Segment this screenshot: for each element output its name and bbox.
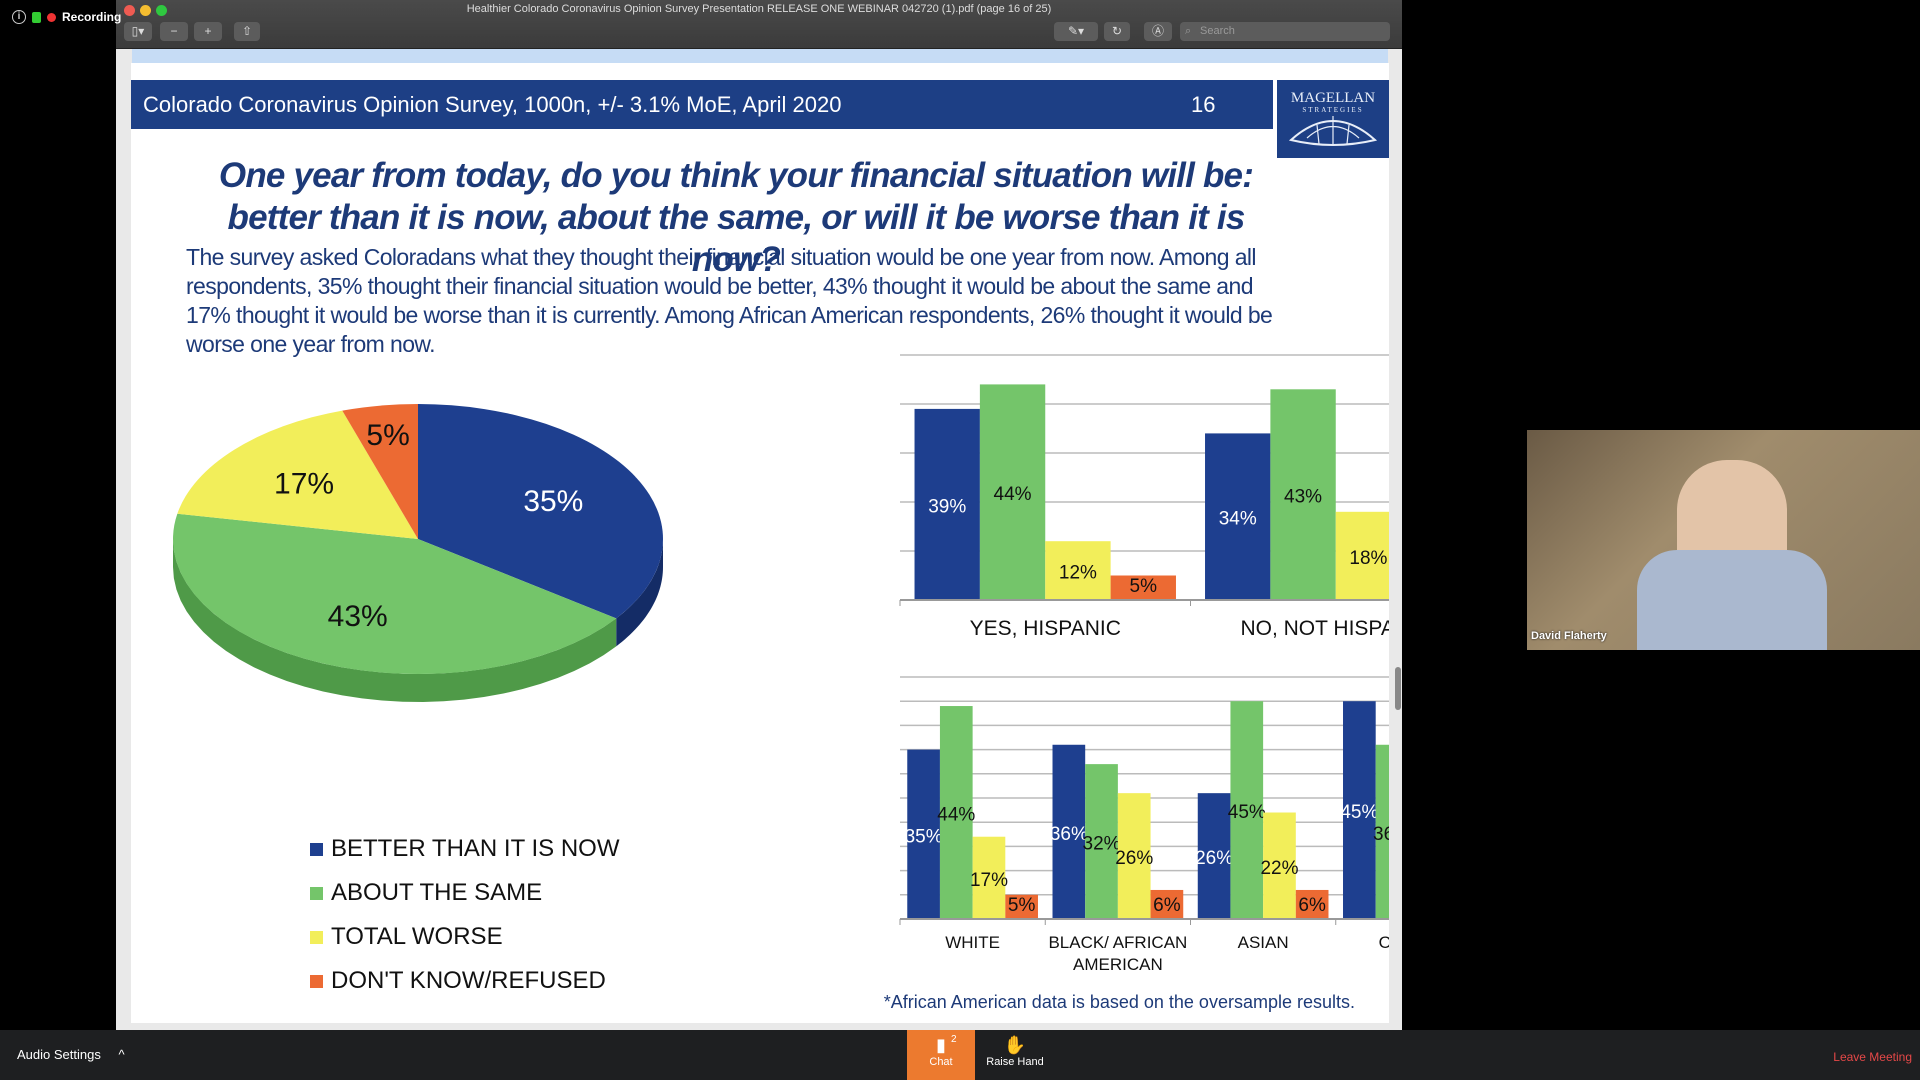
bar-data-label: 17%: [970, 870, 1008, 891]
title-bar: Healthier Colorado Coronavirus Opinion S…: [116, 0, 1402, 49]
legend-swatch: [310, 930, 323, 944]
pdf-viewer-window: Healthier Colorado Coronavirus Opinion S…: [116, 0, 1402, 1030]
search-input[interactable]: ⌕ Search: [1180, 22, 1390, 41]
bar-data-label: 39%: [928, 496, 966, 517]
participant-video-tile[interactable]: David Flaherty: [1527, 430, 1920, 650]
window-title: Healthier Colorado Coronavirus Opinion S…: [466, 3, 1052, 15]
legend-swatch: [310, 974, 323, 988]
category-label: AMERICAN: [1073, 955, 1163, 974]
search-placeholder: Search: [1200, 25, 1235, 37]
legend-swatch: [310, 886, 323, 900]
lock-icon: [32, 11, 41, 23]
pie-data-label: 17%: [274, 468, 334, 501]
bar-data-label: 26%: [1195, 848, 1233, 869]
annotate-icon[interactable]: Ⓐ: [1144, 22, 1172, 41]
bar-data-label: 45%: [1228, 802, 1266, 823]
chat-bubble-icon: ▮: [936, 1035, 946, 1055]
leave-meeting-button[interactable]: Leave Meeting: [1833, 1050, 1912, 1064]
zoom-in-icon[interactable]: +: [194, 22, 222, 41]
bar-data-label: 45%: [1340, 802, 1378, 823]
bar-data-label: 43%: [1284, 487, 1322, 508]
recording-indicator: i Recording: [12, 10, 121, 24]
legend-label: ABOUT THE SAME: [331, 879, 543, 906]
category-label: YES, HISPANIC: [970, 617, 1121, 640]
scrollbar-thumb[interactable]: [1395, 667, 1401, 710]
legend-label: BETTER THAN IT IS NOW: [331, 835, 620, 862]
bar-data-label: 44%: [994, 484, 1032, 505]
bar-data-label: 44%: [937, 805, 975, 826]
bar-data-label: 5%: [1130, 576, 1158, 597]
meeting-controls-bar: Audio Settings ^ ▮ 2 Chat ✋ Raise Hand L…: [0, 1030, 1920, 1080]
bar-data-label: 18%: [1349, 548, 1387, 569]
category-label: NO, NOT HISPANIC: [1240, 617, 1389, 640]
chat-badge: 2: [951, 1034, 957, 1045]
slide-page: Colorado Coronavirus Opinion Survey, 100…: [131, 63, 1389, 1023]
bar-data-label: 36%: [1373, 824, 1389, 845]
chevron-up-icon[interactable]: ^: [118, 1047, 124, 1062]
previous-page-edge: [132, 49, 1388, 63]
hand-icon: ✋: [1003, 1035, 1027, 1055]
legend-item-worse: TOTAL WORSE: [310, 915, 619, 959]
bar-data-label: 6%: [1298, 895, 1326, 916]
legend-label: DON'T KNOW/REFUSED: [331, 967, 606, 994]
pie-data-label: 5%: [366, 419, 409, 452]
bar-data-label: 22%: [1260, 858, 1298, 879]
pie-data-label: 43%: [328, 600, 388, 633]
legend-label: TOTAL WORSE: [331, 923, 503, 950]
chat-button[interactable]: ▮ 2 Chat: [907, 1030, 975, 1080]
recording-label: Recording: [62, 10, 122, 24]
audio-settings-button[interactable]: Audio Settings ^: [17, 1047, 125, 1062]
bar-data-label: 26%: [1115, 848, 1153, 869]
sidebar-toggle-icon[interactable]: ▯▾: [124, 22, 152, 41]
footnote: *African American data is based on the o…: [883, 992, 1355, 1012]
legend-item-dont-know: DON'T KNOW/REFUSED: [310, 959, 619, 1003]
participant-shirt: [1637, 550, 1827, 650]
raise-hand-label: Raise Hand: [986, 1056, 1044, 1068]
bar-data-label: 6%: [1153, 895, 1181, 916]
category-label: ASIAN: [1238, 933, 1289, 952]
rotate-icon[interactable]: ↻: [1104, 22, 1130, 41]
audio-settings-label: Audio Settings: [17, 1047, 101, 1062]
record-dot-icon: [47, 12, 56, 22]
bar-data-label: 12%: [1059, 563, 1097, 584]
bar-data-label: 35%: [905, 826, 943, 847]
markup-pen-icon[interactable]: ✎▾: [1054, 22, 1098, 41]
search-icon: ⌕: [1185, 25, 1192, 37]
zoom-out-icon[interactable]: −: [160, 22, 188, 41]
pie-legend: BETTER THAN IT IS NOW ABOUT THE SAME TOT…: [310, 827, 619, 1003]
share-icon[interactable]: ⇧: [234, 22, 260, 41]
category-label: OTHER: [1379, 933, 1389, 952]
pie-data-label: 35%: [523, 485, 583, 518]
category-label: WHITE: [945, 933, 1000, 952]
chat-label: Chat: [929, 1056, 953, 1068]
info-icon[interactable]: i: [12, 10, 26, 24]
participant-name: David Flaherty: [1531, 630, 1607, 642]
legend-item-same: ABOUT THE SAME: [310, 871, 619, 915]
bar-data-label: 5%: [1008, 895, 1036, 916]
legend-swatch: [310, 842, 323, 856]
category-label: BLACK/ AFRICAN: [1048, 933, 1187, 952]
legend-item-better: BETTER THAN IT IS NOW: [310, 827, 619, 871]
raise-hand-button[interactable]: ✋ Raise Hand: [980, 1030, 1050, 1080]
bar-data-label: 34%: [1219, 509, 1257, 530]
